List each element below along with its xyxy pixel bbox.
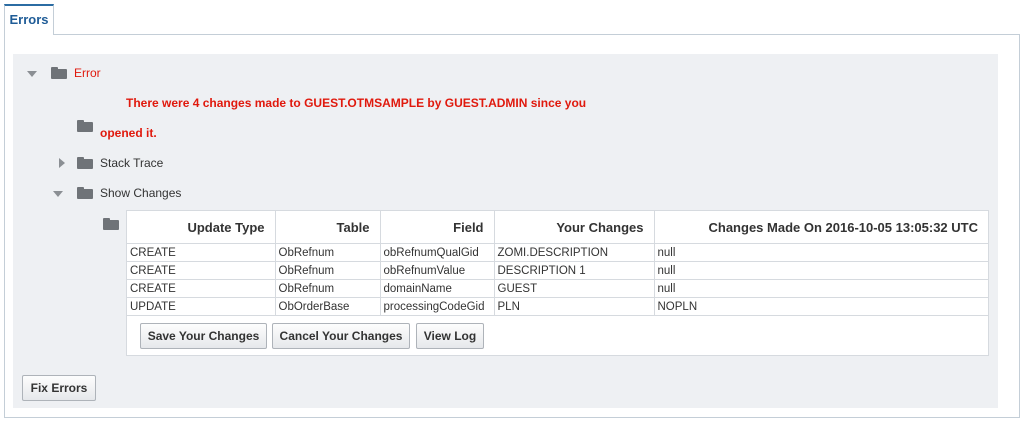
folder-icon: [77, 120, 93, 132]
table-row[interactable]: CREATE ObRefnum domainName GUEST null: [127, 279, 988, 298]
table-row[interactable]: CREATE ObRefnum obRefnumQualGid ZOMI.DES…: [127, 243, 988, 262]
fix-errors-button[interactable]: Fix Errors: [22, 375, 96, 401]
error-message-line2: opened it.: [100, 126, 157, 140]
table-cell: PLN: [494, 297, 655, 316]
table-cell: DESCRIPTION 1: [494, 261, 655, 280]
changes-table: Update Type Table Field Your Changes Cha…: [127, 211, 988, 316]
folder-icon: [103, 218, 119, 230]
save-changes-button[interactable]: Save Your Changes: [140, 323, 267, 349]
table-cell: domainName: [380, 279, 495, 298]
column-header[interactable]: Your Changes: [494, 211, 655, 244]
collapse-triangle-icon[interactable]: [53, 191, 63, 197]
error-node-label[interactable]: Error: [74, 66, 101, 80]
table-cell: CREATE: [127, 279, 276, 298]
error-message-line1: There were 4 changes made to GUEST.OTMSA…: [126, 96, 587, 110]
table-cell: ObRefnum: [275, 261, 381, 280]
table-cell: processingCodeGid: [380, 297, 495, 316]
table-cell: ObRefnum: [275, 279, 381, 298]
tab-errors[interactable]: Errors: [4, 4, 54, 35]
cancel-changes-button[interactable]: Cancel Your Changes: [272, 323, 410, 349]
show-changes-node-label[interactable]: Show Changes: [100, 186, 181, 200]
stack-trace-node-label[interactable]: Stack Trace: [100, 156, 163, 170]
table-cell: ObOrderBase: [275, 297, 381, 316]
folder-icon: [77, 187, 93, 199]
column-header[interactable]: Changes Made On 2016-10-05 13:05:32 UTC: [654, 211, 988, 244]
table-cell: null: [654, 261, 988, 280]
folder-icon: [77, 157, 93, 169]
table-cell: UPDATE: [127, 297, 276, 316]
table-cell: CREATE: [127, 261, 276, 280]
table-row[interactable]: UPDATE ObOrderBase processingCodeGid PLN…: [127, 297, 988, 316]
changes-table-container: Update Type Table Field Your Changes Cha…: [126, 210, 989, 356]
column-header[interactable]: Field: [380, 211, 495, 244]
table-cell: obRefnumQualGid: [380, 243, 495, 262]
table-cell: obRefnumValue: [380, 261, 495, 280]
table-cell: ObRefnum: [275, 243, 381, 262]
folder-icon: [51, 67, 67, 79]
table-cell: ZOMI.DESCRIPTION: [494, 243, 655, 262]
column-header[interactable]: Update Type: [127, 211, 276, 244]
expand-triangle-icon[interactable]: [59, 158, 65, 168]
column-header[interactable]: Table: [275, 211, 381, 244]
collapse-triangle-icon[interactable]: [27, 71, 37, 77]
table-cell: CREATE: [127, 243, 276, 262]
table-cell: null: [654, 279, 988, 298]
table-cell: null: [654, 243, 988, 262]
table-cell: GUEST: [494, 279, 655, 298]
view-log-button[interactable]: View Log: [416, 323, 484, 349]
table-row[interactable]: CREATE ObRefnum obRefnumValue DESCRIPTIO…: [127, 261, 988, 280]
table-cell: NOPLN: [654, 297, 988, 316]
